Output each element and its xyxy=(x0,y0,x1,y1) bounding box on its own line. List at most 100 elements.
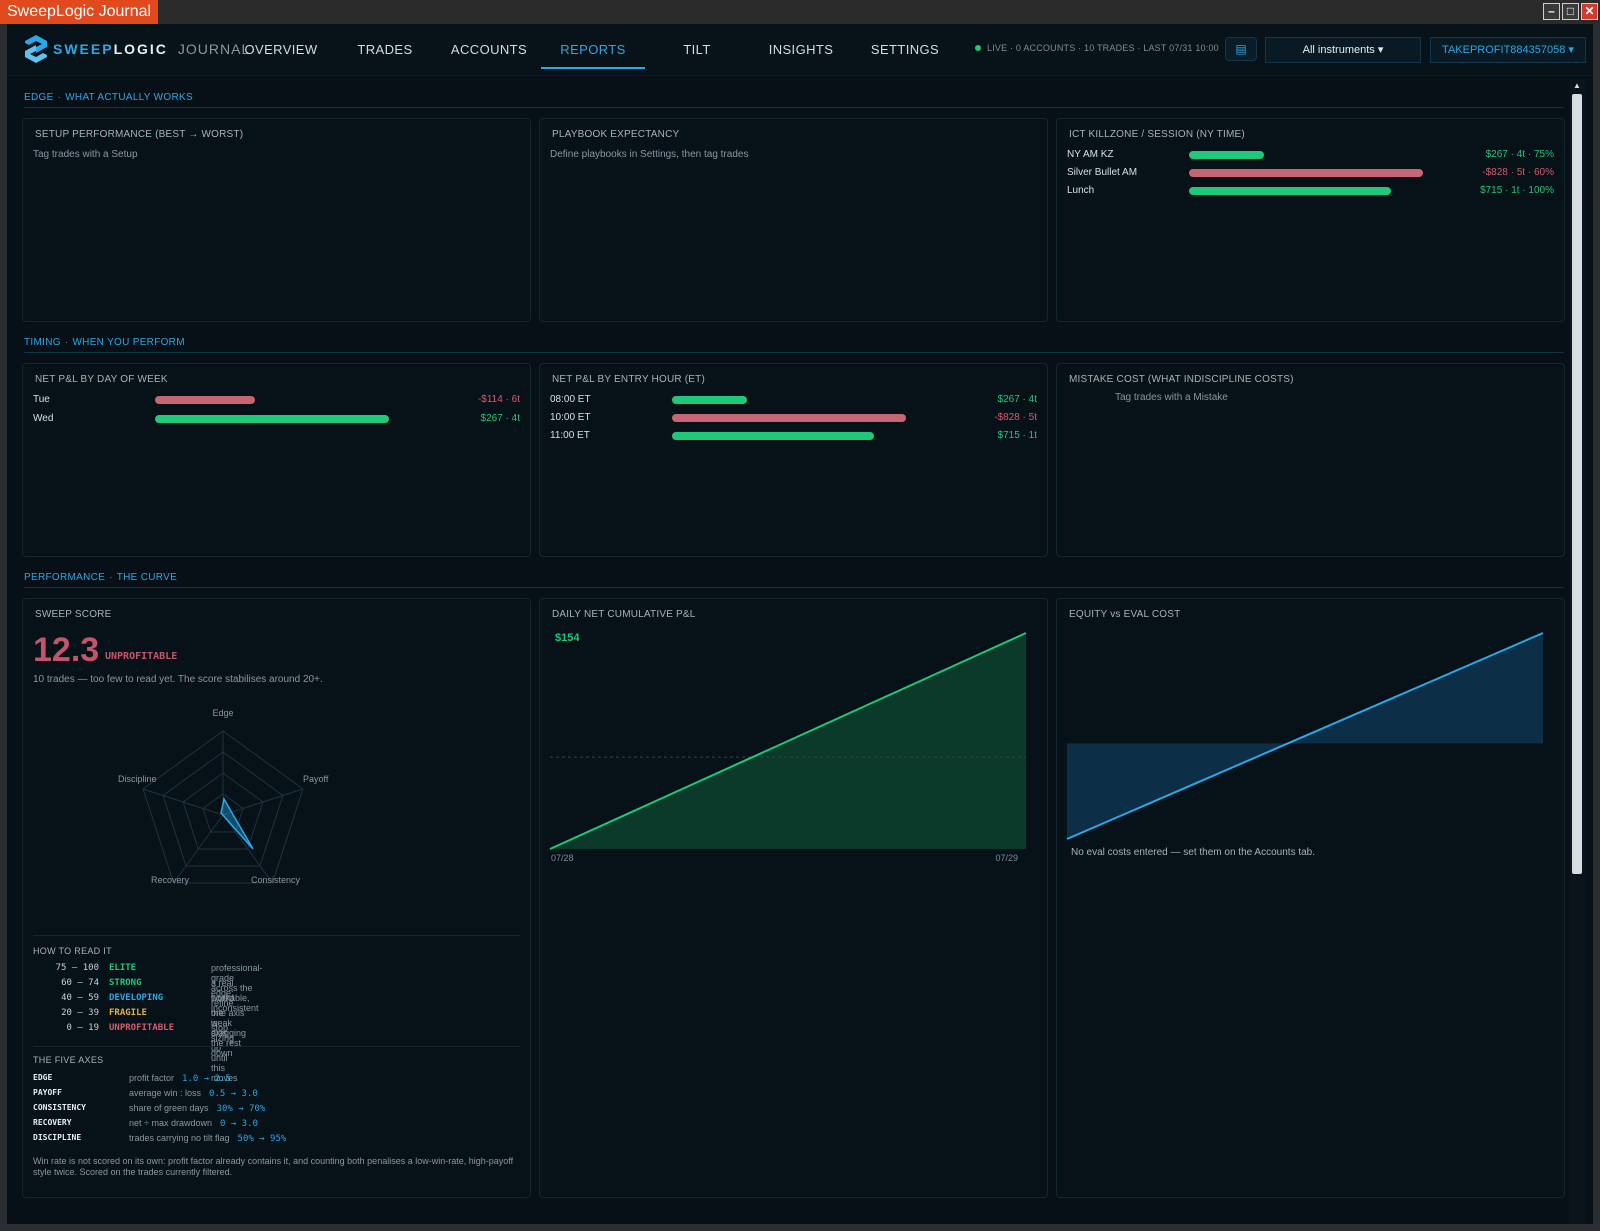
panel-title: SWEEP SCORE xyxy=(35,609,112,620)
row-value: $715 · 1t · 100% xyxy=(1480,185,1554,196)
axis-desc-text: average win : loss xyxy=(129,1088,202,1098)
entry-hour-panel: NET P&L BY ENTRY HOUR (ET) 08:00 ET $267 … xyxy=(539,363,1048,557)
level-range: 20 – 39 xyxy=(61,1008,99,1018)
axis-range: 0.5 → 3.0 xyxy=(209,1089,258,1099)
maximize-icon: □ xyxy=(1566,4,1575,18)
pnl-bar xyxy=(1189,187,1392,195)
scroll-up-icon[interactable]: ▲ xyxy=(1569,80,1585,92)
bar-row: Wed $267 · 4t xyxy=(33,413,520,427)
pnl-bar xyxy=(1189,169,1423,177)
scroll-thumb[interactable] xyxy=(1572,94,1582,874)
five-axes-title: THE FIVE AXES xyxy=(33,1055,104,1065)
axis-desc-text: trades carrying no tilt flag xyxy=(129,1133,230,1143)
section-performance-label: PERFORMANCE xyxy=(24,572,106,583)
tab-tilt[interactable]: TILT xyxy=(645,24,749,76)
tab-insights[interactable]: INSIGHTS xyxy=(749,24,853,76)
empty-message: Tag trades with a Setup xyxy=(33,149,138,160)
radar-label-recovery: Recovery xyxy=(151,875,190,885)
section-edge-header: EDGE · WHAT ACTUALLY WORKS xyxy=(24,92,1564,108)
score-footnote: Win rate is not scored on its own: profi… xyxy=(33,1156,514,1177)
account-select[interactable]: TAKEPROFIT884357058 ▾ xyxy=(1430,37,1586,63)
instrument-select[interactable]: All instruments ▾ xyxy=(1265,37,1421,63)
tab-overview[interactable]: OVERVIEW xyxy=(229,24,333,76)
panel-title: MISTAKE COST (WHAT INDISCIPLINE COSTS) xyxy=(1069,374,1294,385)
score-status-badge: UNPROFITABLE xyxy=(105,651,178,662)
radar-label-edge: Edge xyxy=(212,708,233,718)
equity-eval-chart xyxy=(1066,632,1544,840)
score-note: 10 trades — too few to read yet. The sco… xyxy=(33,674,323,685)
vertical-scrollbar[interactable]: ▲ ▼ xyxy=(1569,80,1585,1224)
score-radar-chart: Edge Payoff Consistency Recovery Discipl… xyxy=(118,708,329,885)
divider xyxy=(33,935,520,936)
axis-description: average win : loss 0.5 → 3.0 xyxy=(129,1088,258,1099)
pnl-bar xyxy=(672,432,875,440)
playbook-expectancy-panel: PLAYBOOK EXPECTANCY Define playbooks in … xyxy=(539,118,1048,322)
row-label: Tue xyxy=(33,394,50,405)
bar-row: Tue -$114 · 6t xyxy=(33,394,520,408)
row-value: -$828 · 5t · 60% xyxy=(1482,167,1554,178)
cumulative-pnl-chart: $154 07/28 07/29 xyxy=(549,632,1027,863)
bar-row: 08:00 ET $267 · 4t xyxy=(550,394,1037,408)
logo-wordmark: SWEEPLOGIC xyxy=(53,41,168,57)
level-range: 75 – 100 xyxy=(55,963,99,973)
row-label: 10:00 ET xyxy=(550,412,591,423)
app-window: SweepLogic Journal – □ ✕ SWEEPLOGIC JOUR… xyxy=(0,0,1600,1231)
setup-performance-panel: SETUP PERFORMANCE (BEST → WORST) Tag tra… xyxy=(22,118,531,322)
close-icon: ✕ xyxy=(1584,4,1595,18)
minimize-button[interactable]: – xyxy=(1543,3,1560,20)
pnl-bar xyxy=(155,415,389,423)
how-to-read-title: HOW TO READ IT xyxy=(33,946,112,956)
tab-accounts[interactable]: ACCOUNTS xyxy=(437,24,541,76)
main-tabs: OVERVIEW TRADES ACCOUNTS REPORTS TILT INSIGHT… xyxy=(229,24,957,76)
bar-row: Silver Bullet AM -$828 · 5t · 60% xyxy=(1067,167,1554,181)
panel-title: NET P&L BY DAY OF WEEK xyxy=(35,374,168,385)
axis-name: PAYOFF xyxy=(33,1088,62,1097)
axis-name: EDGE xyxy=(33,1073,53,1082)
section-timing-label: TIMING xyxy=(24,337,61,348)
row-value: -$114 · 6t xyxy=(477,394,520,405)
row-label: Silver Bullet AM xyxy=(1067,167,1138,178)
bar-row: NY AM KZ $267 · 4t · 75% xyxy=(1067,149,1554,163)
live-indicator-icon xyxy=(975,45,981,51)
tab-reports[interactable]: REPORTS xyxy=(541,24,645,76)
empty-message: Tag trades with a Mistake xyxy=(1115,392,1228,403)
axis-range: 30% → 70% xyxy=(216,1104,266,1114)
section-timing-header: TIMING · WHEN YOU PERFORM xyxy=(24,337,1564,353)
axis-desc-text: share of green days xyxy=(129,1103,209,1113)
axis-desc-text: profit factor xyxy=(129,1073,175,1083)
minimize-icon: – xyxy=(1548,4,1555,18)
axis-description: profit factor 1.0 → 2.5 xyxy=(129,1073,231,1084)
axis-description: net ÷ max drawdown 0 → 3.0 xyxy=(129,1118,258,1129)
status-text: LIVE · 0 ACCOUNTS · 10 TRADES · LAST 07/… xyxy=(987,43,1219,53)
title-bar[interactable]: SweepLogic Journal – □ ✕ xyxy=(0,0,1600,24)
axis-desc-text: net ÷ max drawdown xyxy=(129,1118,212,1128)
maximize-button[interactable]: □ xyxy=(1562,3,1579,20)
section-performance-header: PERFORMANCE · THE CURVE xyxy=(24,572,1564,588)
section-performance-sub: THE CURVE xyxy=(116,572,178,583)
radar-label-consistency: Consistency xyxy=(251,875,301,885)
top-navbar: SWEEPLOGIC JOURNAL OVERVIEW TRADES ACCOUNT… xyxy=(7,24,1593,76)
row-label: Lunch xyxy=(1067,185,1095,196)
tab-settings[interactable]: SETTINGS xyxy=(853,24,957,76)
radar-label-discipline: Discipline xyxy=(118,774,157,784)
equity-vs-eval-panel: EQUITY vs EVAL COST No eval costs entere… xyxy=(1056,598,1565,1198)
pnl-bar xyxy=(155,396,255,404)
x-tick-end: 07/29 xyxy=(995,853,1018,863)
panel-title: NET P&L BY ENTRY HOUR (ET) xyxy=(552,374,706,385)
tab-trades[interactable]: TRADES xyxy=(333,24,437,76)
mistake-cost-panel: MISTAKE COST (WHAT INDISCIPLINE COSTS) T… xyxy=(1056,363,1565,557)
close-button[interactable]: ✕ xyxy=(1581,3,1598,20)
connection-status: LIVE · 0 ACCOUNTS · 10 TRADES · LAST 07/… xyxy=(975,43,1219,53)
app-content: SWEEPLOGIC JOURNAL OVERVIEW TRADES ACCOUNT… xyxy=(7,24,1593,1224)
panel-title: SETUP PERFORMANCE (BEST → WORST) xyxy=(35,129,244,140)
axis-name: CONSISTENCY xyxy=(33,1103,86,1112)
pnl-bar xyxy=(672,414,906,422)
bar-row: Lunch $715 · 1t · 100% xyxy=(1067,185,1554,199)
pnl-bar xyxy=(1189,151,1265,159)
section-timing-sub: WHEN YOU PERFORM xyxy=(72,337,185,348)
list-view-button[interactable]: ▤ xyxy=(1225,37,1257,61)
logo[interactable]: SWEEPLOGIC JOURNAL xyxy=(23,34,250,64)
pnl-bar xyxy=(672,396,748,404)
window-title: SweepLogic Journal xyxy=(0,0,159,24)
level-name: UNPROFITABLE xyxy=(109,1023,175,1033)
